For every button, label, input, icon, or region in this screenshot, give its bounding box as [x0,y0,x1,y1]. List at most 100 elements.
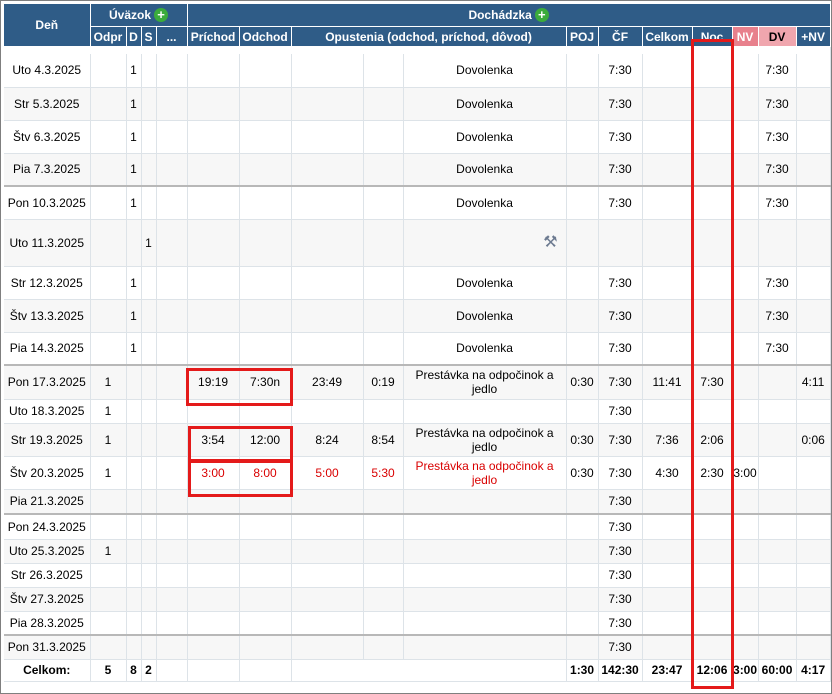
row-day[interactable]: Štv 6.3.2025 [4,120,91,154]
row-day[interactable]: Pon 17.3.2025 [4,364,91,400]
row-odchod[interactable] [239,539,292,564]
row-prichod[interactable]: 19:19 [187,364,240,400]
table-row[interactable]: Str 19.3.2025 1 3:54 12:00 8:24 8:54 Prestávka… [4,423,831,457]
table-row[interactable]: Uto 18.3.2025 1 7:30 [4,399,831,424]
row-odchod[interactable] [239,120,292,154]
row-day[interactable]: Pia 21.3.2025 [4,489,91,515]
row-prichod[interactable]: 3:54 [187,423,240,457]
table-row[interactable]: Pia 7.3.2025 1 Dovolenka 7:30 7:30 [4,153,831,187]
col-more[interactable]: ... [156,26,188,47]
row-odchod[interactable] [239,587,292,612]
row-odchod[interactable] [239,513,292,540]
table-row[interactable]: Pon 24.3.2025 7:30 [4,513,831,540]
row-prichod[interactable] [187,513,240,540]
col-poj[interactable]: POJ [566,26,599,47]
table-row[interactable]: Štv 6.3.2025 1 Dovolenka 7:30 7:30 [4,120,831,154]
table-row[interactable]: Str 26.3.2025 7:30 [4,563,831,588]
row-odpr [90,87,127,121]
row-prichod[interactable] [187,54,240,88]
row-day[interactable]: Str 5.3.2025 [4,87,91,121]
row-day[interactable]: Uto 25.3.2025 [4,539,91,564]
table-row[interactable]: Uto 11.3.2025 1 ⚒ [4,219,831,267]
row-odchod[interactable] [239,611,292,636]
row-day[interactable]: Pia 14.3.2025 [4,332,91,366]
row-odchod[interactable] [239,266,292,300]
col-odpr[interactable]: Odpr [90,26,127,47]
row-day[interactable]: Uto 18.3.2025 [4,399,91,424]
row-day[interactable]: Str 12.3.2025 [4,266,91,300]
row-day[interactable]: Str 19.3.2025 [4,423,91,457]
col-celkom[interactable]: Celkom [642,26,693,47]
row-prichod[interactable] [187,634,240,660]
add-uvazok-icon[interactable]: + [154,8,169,23]
row-prichod[interactable] [187,587,240,612]
row-day[interactable]: Štv 20.3.2025 [4,456,91,490]
row-prichod[interactable] [187,611,240,636]
col-plusnv[interactable]: +NV [796,26,831,47]
table-row[interactable]: Pia 21.3.2025 7:30 [4,489,831,515]
row-odchod[interactable]: 12:00 [239,423,292,457]
row-odchod[interactable] [239,563,292,588]
row-day[interactable]: Štv 13.3.2025 [4,299,91,333]
col-prichod[interactable]: Príchod [187,26,240,47]
table-row[interactable]: Štv 27.3.2025 7:30 [4,587,831,612]
col-s[interactable]: S [141,26,157,47]
row-day[interactable]: Uto 4.3.2025 [4,54,91,88]
table-row[interactable]: Str 12.3.2025 1 Dovolenka 7:30 7:30 [4,266,831,300]
col-cf[interactable]: ČF [598,26,643,47]
col-odchod[interactable]: Odchod [239,26,292,47]
row-day[interactable]: Uto 11.3.2025 [4,219,91,267]
row-day[interactable]: Pia 7.3.2025 [4,153,91,187]
row-nv [732,185,759,220]
col-nv[interactable]: NV [732,26,759,47]
table-row[interactable]: Str 5.3.2025 1 Dovolenka 7:30 7:30 [4,87,831,121]
table-row[interactable]: Uto 4.3.2025 1 Dovolenka 7:30 7:30 [4,54,831,88]
row-prichod[interactable] [187,120,240,154]
row-odchod[interactable] [239,489,292,515]
row-day[interactable]: Pon 31.3.2025 [4,634,91,660]
row-prichod[interactable] [187,87,240,121]
row-prichod[interactable] [187,489,240,515]
row-prichod[interactable] [187,563,240,588]
table-row[interactable]: Pon 17.3.2025 1 19:19 7:30n 23:49 0:19 Prestáv… [4,364,831,400]
row-prichod[interactable] [187,299,240,333]
table-row[interactable]: Pon 10.3.2025 1 Dovolenka 7:30 7:30 [4,185,831,220]
row-odchod[interactable] [239,634,292,660]
tools-icon[interactable]: ⚒ [543,234,557,250]
row-prichod[interactable] [187,153,240,187]
row-odchod[interactable]: 8:00 [239,456,292,490]
row-odchod[interactable] [239,332,292,366]
row-prichod[interactable]: 3:00 [187,456,240,490]
header-den[interactable]: Deň [4,4,91,47]
row-prichod[interactable] [187,332,240,366]
row-day[interactable]: Štv 27.3.2025 [4,587,91,612]
col-opustenia[interactable]: Opustenia (odchod, príchod, dôvod) [291,26,567,47]
table-row[interactable]: Pon 31.3.2025 7:30 [4,634,831,660]
row-prichod[interactable] [187,219,240,267]
table-row[interactable]: Štv 20.3.2025 1 3:00 8:00 5:00 5:30 Prestávka … [4,456,831,490]
table-row[interactable]: Pia 28.3.2025 7:30 [4,611,831,636]
col-d[interactable]: D [126,26,142,47]
col-noc[interactable]: Noc [692,26,733,47]
row-prichod[interactable] [187,266,240,300]
table-row[interactable]: Štv 13.3.2025 1 Dovolenka 7:30 7:30 [4,299,831,333]
table-row[interactable]: Pia 14.3.2025 1 Dovolenka 7:30 7:30 [4,332,831,366]
col-dv[interactable]: DV [758,26,797,47]
row-odchod[interactable] [239,219,292,267]
add-dochadzka-icon[interactable]: + [534,8,549,23]
row-odchod[interactable] [239,185,292,220]
row-odchod[interactable] [239,87,292,121]
row-odchod[interactable]: 7:30n [239,364,292,400]
row-day[interactable]: Pia 28.3.2025 [4,611,91,636]
row-day[interactable]: Pon 24.3.2025 [4,513,91,540]
row-day[interactable]: Str 26.3.2025 [4,563,91,588]
row-odchod[interactable] [239,299,292,333]
row-odchod[interactable] [239,153,292,187]
row-odchod[interactable] [239,54,292,88]
row-odchod[interactable] [239,399,292,424]
row-day[interactable]: Pon 10.3.2025 [4,185,91,220]
row-prichod[interactable] [187,185,240,220]
row-prichod[interactable] [187,539,240,564]
row-prichod[interactable] [187,399,240,424]
table-row[interactable]: Uto 25.3.2025 1 7:30 [4,539,831,564]
